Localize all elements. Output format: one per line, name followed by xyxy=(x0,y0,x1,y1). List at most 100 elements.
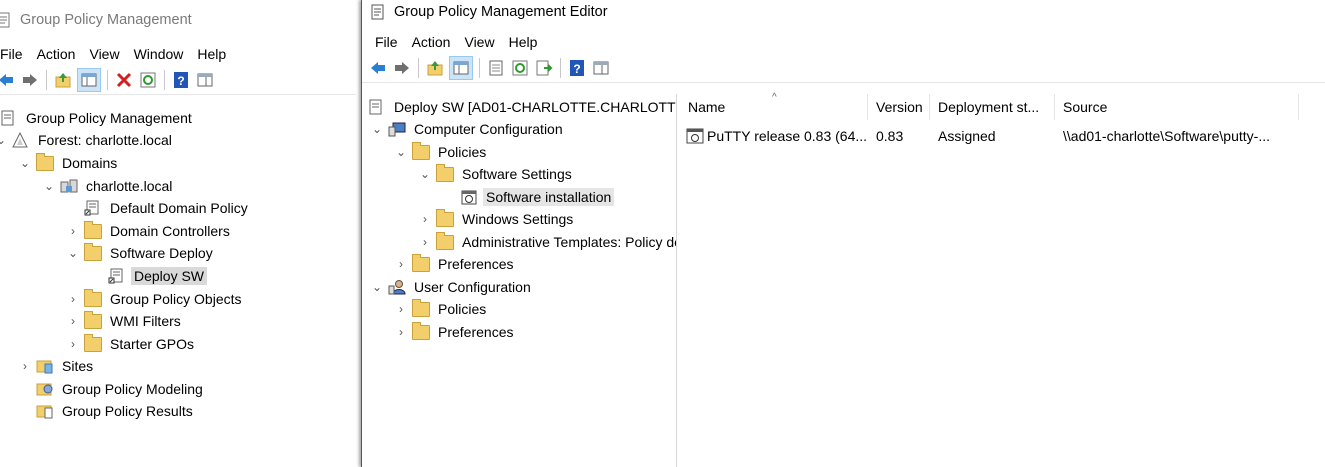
gpme-menu-help[interactable]: Help xyxy=(502,34,545,50)
cell-source: \\ad01-charlotte\Software\putty-... xyxy=(1063,128,1270,144)
refresh-button[interactable] xyxy=(138,70,158,90)
chevron-right-icon[interactable]: › xyxy=(418,235,432,249)
show-hide-tree-button[interactable] xyxy=(77,68,101,92)
table-row[interactable]: PuTTY release 0.83 (64... 0.83 Assigned … xyxy=(680,125,1325,147)
tree-node-software-installation[interactable]: Software installation xyxy=(456,186,615,208)
tree-node-forest[interactable]: ⌄ Forest: charlotte.local xyxy=(0,129,175,151)
folder-icon xyxy=(412,298,430,318)
tree-node-computer-configuration[interactable]: ⌄ Computer Configuration xyxy=(370,118,566,140)
chevron-right-icon[interactable]: › xyxy=(418,212,432,226)
chevron-down-icon[interactable]: ⌄ xyxy=(18,156,32,170)
tree-node-software-deploy[interactable]: ⌄ Software Deploy xyxy=(66,242,216,264)
chevron-right-icon[interactable]: › xyxy=(66,337,80,351)
tree-node-wmi-filters[interactable]: › WMI Filters xyxy=(66,310,184,332)
tree-label: Forest: charlotte.local xyxy=(38,132,172,148)
gpme-menubar: File Action View Help xyxy=(362,30,1325,54)
gpm-menu-file[interactable]: File xyxy=(0,46,30,62)
properties-icon xyxy=(593,61,609,75)
folder-icon xyxy=(436,231,454,251)
show-hide-tree-button[interactable] xyxy=(449,56,473,80)
gpo-icon xyxy=(368,98,386,116)
chevron-right-icon[interactable]: › xyxy=(18,359,32,373)
chevron-down-icon[interactable]: ⌄ xyxy=(370,122,384,136)
tree-node-domains[interactable]: ⌄ Domains xyxy=(18,152,120,174)
up-level-button[interactable] xyxy=(425,58,445,78)
column-header-deployment-state[interactable]: Deployment st... xyxy=(930,94,1055,120)
delete-button[interactable] xyxy=(114,70,134,90)
chevron-right-icon[interactable]: › xyxy=(394,257,408,271)
chevron-down-icon[interactable]: ⌄ xyxy=(370,280,384,294)
svg-text:?: ? xyxy=(573,62,580,76)
column-header-source[interactable]: Source xyxy=(1055,94,1299,120)
tree-node-uc-preferences[interactable]: › Preferences xyxy=(394,321,516,343)
tree-node-software-settings[interactable]: ⌄ Software Settings xyxy=(418,163,575,185)
gpm-menu-window[interactable]: Window xyxy=(127,46,191,62)
tree-node-admin-templates[interactable]: › Administrative Templates: Policy defin… xyxy=(418,231,676,253)
gpme-title: Group Policy Management Editor xyxy=(394,4,608,20)
gpm-window: Group Policy Management File Action View… xyxy=(0,0,356,467)
gpm-menu-view[interactable]: View xyxy=(82,46,126,62)
tree-node-cc-policies[interactable]: ⌄ Policies xyxy=(394,141,489,163)
tree-node-gpm-root[interactable]: Group Policy Management xyxy=(0,107,195,129)
tree-label: Policies xyxy=(438,144,487,160)
properties-pane-button[interactable] xyxy=(591,58,611,78)
chevron-down-icon[interactable]: ⌄ xyxy=(394,145,408,159)
gpm-titlebar[interactable]: Group Policy Management xyxy=(0,0,356,40)
chevron-right-icon[interactable]: › xyxy=(66,292,80,306)
domain-icon xyxy=(60,177,78,195)
gpm-menubar: File Action View Window Help xyxy=(0,42,356,66)
gpm-menu-help[interactable]: Help xyxy=(190,46,233,62)
properties-pane-button[interactable] xyxy=(195,70,215,90)
back-button[interactable] xyxy=(0,70,16,90)
chevron-down-icon[interactable]: ⌄ xyxy=(0,133,8,147)
up-level-button[interactable] xyxy=(53,70,73,90)
tree-node-deploy-sw[interactable]: Deploy SW xyxy=(104,265,208,287)
tree-label: Windows Settings xyxy=(462,211,574,227)
chevron-right-icon[interactable]: › xyxy=(66,224,80,238)
gpme-menu-view[interactable]: View xyxy=(457,34,501,50)
chevron-right-icon[interactable]: › xyxy=(394,302,408,316)
chevron-right-icon[interactable]: › xyxy=(394,325,408,339)
tree-node-default-domain-policy[interactable]: Default Domain Policy xyxy=(80,197,251,219)
folder-icon xyxy=(412,253,430,273)
tree-node-starter-gpos[interactable]: › Starter GPOs xyxy=(66,333,197,355)
help-icon: ? xyxy=(174,72,188,88)
help-button[interactable]: ? xyxy=(171,70,191,90)
tree-node-gp-modeling[interactable]: Group Policy Modeling xyxy=(32,378,206,400)
tree-node-cc-preferences[interactable]: › Preferences xyxy=(394,253,516,275)
gpme-menu-action[interactable]: Action xyxy=(405,34,458,50)
software-installation-icon xyxy=(460,188,478,206)
chevron-down-icon[interactable]: ⌄ xyxy=(66,246,80,260)
tree-node-sites[interactable]: › Sites xyxy=(18,355,96,377)
results-icon xyxy=(36,402,54,420)
tree-node-charlotte-local[interactable]: ⌄ charlotte.local xyxy=(42,175,175,197)
gpme-menu-file[interactable]: File xyxy=(362,34,405,50)
tree-label: Computer Configuration xyxy=(414,121,563,137)
forward-button[interactable] xyxy=(20,70,40,90)
back-button[interactable] xyxy=(368,58,388,78)
tree-node-gp-results[interactable]: Group Policy Results xyxy=(32,400,196,422)
chevron-down-icon[interactable]: ⌄ xyxy=(418,167,432,181)
refresh-button[interactable] xyxy=(510,58,530,78)
chevron-down-icon[interactable]: ⌄ xyxy=(42,179,56,193)
up-folder-icon xyxy=(427,61,443,76)
gpme-titlebar[interactable]: Group Policy Management Editor xyxy=(362,0,1325,24)
tree-node-windows-settings[interactable]: › Windows Settings xyxy=(418,208,576,230)
column-header-version[interactable]: Version xyxy=(868,94,930,120)
tree-node-domain-controllers[interactable]: › Domain Controllers xyxy=(66,220,233,242)
properties-button[interactable] xyxy=(486,58,506,78)
chevron-right-icon[interactable]: › xyxy=(66,314,80,328)
help-button[interactable]: ? xyxy=(567,58,587,78)
tree-node-gpo-folder[interactable]: › Group Policy Objects xyxy=(66,288,245,310)
gpm-toolbar: ? xyxy=(0,66,356,95)
properties-icon xyxy=(197,73,213,87)
tree-label: WMI Filters xyxy=(110,313,181,329)
folder-icon xyxy=(412,141,430,161)
tree-node-user-configuration[interactable]: ⌄ User Configuration xyxy=(370,276,534,298)
tree-node-gpo-root[interactable]: Deploy SW [AD01-CHARLOTTE.CHARLOTTE.LOCA… xyxy=(368,96,676,118)
tree-label: Software Settings xyxy=(462,166,572,182)
forward-button[interactable] xyxy=(392,58,412,78)
export-list-button[interactable] xyxy=(534,58,554,78)
tree-node-uc-policies[interactable]: › Policies xyxy=(394,298,489,320)
gpm-menu-action[interactable]: Action xyxy=(30,46,83,62)
